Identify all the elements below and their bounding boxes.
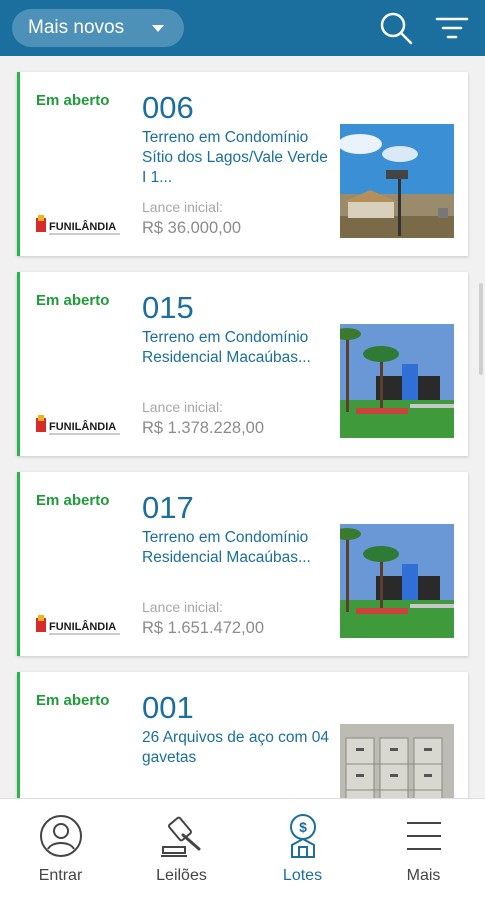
lance-label: Lance inicial: (142, 199, 223, 215)
nav-label: Entrar (38, 867, 83, 884)
lance-value: R$ 1.651.472,00 (142, 619, 265, 637)
status-badge: Em aberto (36, 492, 110, 509)
svg-text:FUNILÂNDIA: FUNILÂNDIA (49, 220, 116, 233)
gavel-icon (161, 816, 201, 857)
nav-item-lotes[interactable]: $ Lotes (242, 799, 363, 900)
svg-text:$: $ (299, 819, 307, 835)
menu-icon (407, 822, 441, 850)
lot-card[interactable]: Em aberto 015 Terreno em Condomínio Resi… (17, 272, 468, 456)
user-icon (40, 815, 82, 857)
svg-text:FUNILÂNDIA: FUNILÂNDIA (49, 420, 116, 433)
lance-value: R$ 1.378.228,00 (142, 419, 265, 437)
sort-dropdown[interactable]: Mais novos (12, 9, 184, 47)
lot-number: 015 (142, 290, 194, 325)
funilandia-logo: FUNILÂNDIA (36, 415, 120, 435)
lot-card[interactable]: Em aberto 017 Terreno em Condomínio Resi… (17, 472, 468, 656)
lance-value: R$ 36.000,00 (142, 219, 242, 237)
funilandia-logo: FUNILÂNDIA (36, 615, 120, 635)
nav-label: Leilões (156, 867, 207, 884)
search-icon[interactable] (378, 10, 414, 46)
lot-card[interactable]: Em aberto 001 26 Arquivos de aço com 04 … (17, 672, 468, 798)
status-badge: Em aberto (36, 692, 110, 709)
lot-list[interactable]: Em aberto 006 Terreno em Condomínio Síti… (0, 56, 485, 798)
lance-label: Lance inicial: (142, 599, 223, 615)
nav-item-leiloes[interactable]: Leilões (121, 799, 242, 900)
nav-item-mais[interactable]: Mais (363, 799, 484, 900)
lot-title: 26 Arquivos de aço com 04 gavetas (142, 729, 329, 766)
sort-dropdown-label: Mais novos (28, 17, 125, 38)
lot-title: Terreno em Condomínio Residencial Macaúb… (142, 329, 311, 366)
lot-title: Terreno em Condomínio Residencial Macaúb… (142, 529, 311, 566)
status-badge: Em aberto (36, 92, 110, 109)
lot-photo-gate (340, 324, 454, 438)
filter-icon[interactable] (434, 10, 470, 46)
nav-item-entrar[interactable]: Entrar (0, 799, 121, 900)
lance-label: Lance inicial: (142, 399, 223, 415)
status-badge: Em aberto (36, 292, 110, 309)
lot-title: Terreno em Condomínio Sítio dos Lagos/Va… (142, 129, 328, 186)
bottom-navigation: Entrar Leilões $ Lotes Mais (0, 798, 485, 900)
caret-down-icon (152, 25, 164, 32)
funilandia-logo: FUNILÂNDIA (36, 215, 120, 235)
lot-photo-cabinets (340, 724, 454, 798)
svg-text:FUNILÂNDIA: FUNILÂNDIA (49, 620, 116, 633)
lot-photo-house (340, 124, 454, 238)
lots-icon: $ (290, 814, 316, 858)
top-app-bar: Mais novos (0, 0, 485, 56)
lot-card[interactable]: Em aberto 006 Terreno em Condomínio Síti… (17, 72, 468, 256)
lot-number: 001 (142, 690, 194, 725)
lot-number: 006 (142, 90, 194, 125)
nav-label: Lotes (282, 867, 323, 884)
scrollbar[interactable] (479, 283, 483, 375)
lot-photo-gate (340, 524, 454, 638)
lot-number: 017 (142, 490, 194, 525)
nav-label: Mais (406, 867, 441, 884)
